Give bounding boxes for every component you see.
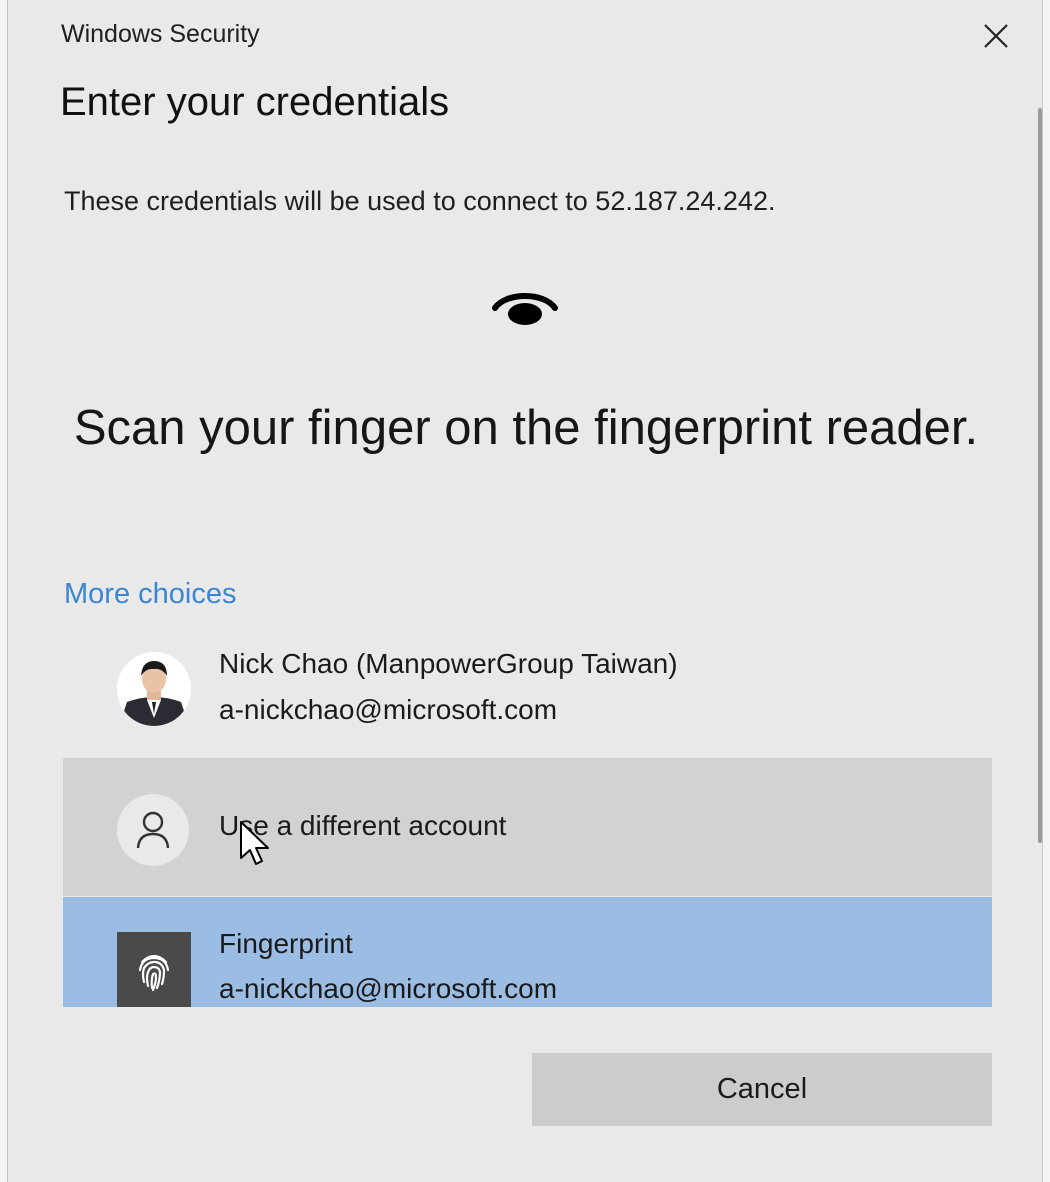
fingerprint-icon (138, 954, 170, 992)
scrollbar[interactable] (1038, 108, 1042, 843)
background-window-edge-left (0, 0, 7, 1182)
fingerprint-tile (117, 932, 191, 1007)
account-option-nick-chao[interactable]: Nick Chao (ManpowerGroup Taiwan) a-nickc… (63, 640, 992, 750)
eye-icon (492, 293, 558, 325)
dialog-heading: Enter your credentials (60, 80, 450, 124)
account-name: Fingerprint (219, 928, 353, 959)
cancel-button[interactable]: Cancel (532, 1053, 992, 1126)
account-option-different[interactable]: Use a different account (63, 758, 992, 896)
account-label: Use a different account (219, 810, 507, 841)
connection-description: These credentials will be used to connec… (64, 186, 776, 216)
close-icon (984, 24, 1008, 48)
fingerprint-prompt: Scan your finger on the fingerprint read… (73, 401, 979, 455)
person-icon (136, 811, 170, 849)
avatar (117, 652, 191, 726)
windows-security-dialog: Windows Security Enter your credentials … (7, 0, 1043, 1182)
account-email: a-nickchao@microsoft.com (219, 694, 558, 725)
person-icon-circle (117, 794, 189, 866)
more-choices-link[interactable]: More choices (64, 578, 236, 611)
user-photo-avatar-icon (117, 652, 191, 726)
close-button[interactable] (974, 14, 1018, 58)
account-option-fingerprint[interactable]: Fingerprint a-nickchao@microsoft.com (63, 897, 992, 1007)
background-window-edge-right (1043, 0, 1050, 1182)
account-name: Nick Chao (ManpowerGroup Taiwan) (219, 648, 678, 679)
account-email: a-nickchao@microsoft.com (219, 973, 558, 1004)
app-title: Windows Security (61, 20, 260, 48)
